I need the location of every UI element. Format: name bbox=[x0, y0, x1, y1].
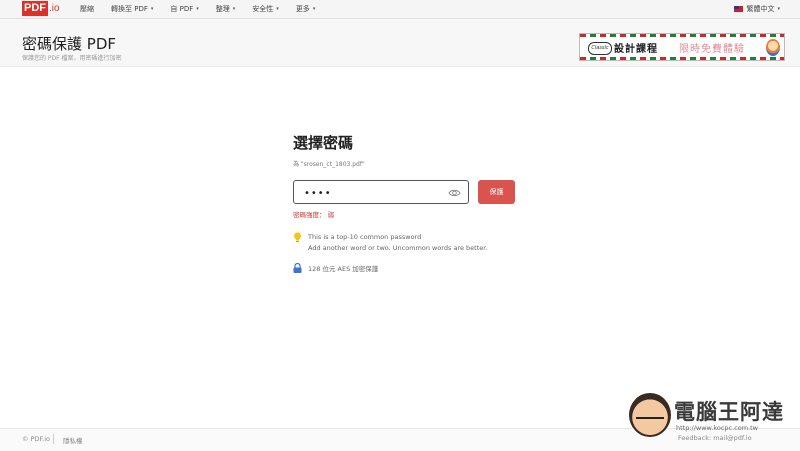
password-hint: This is a top-10 common password Add ano… bbox=[293, 232, 487, 254]
nav-item-label: 安全性 bbox=[252, 5, 274, 13]
watermark-glasses bbox=[636, 417, 664, 427]
watermark-title: 電腦王阿達 bbox=[674, 400, 784, 424]
password-row: 保護 bbox=[293, 180, 515, 205]
password-panel: 選擇密碼 為 "srosen_ct_1803.pdf" 保護 密碼強度： 弱 T… bbox=[293, 132, 533, 273]
strength-value: 弱 bbox=[327, 211, 335, 219]
footer-divider bbox=[53, 434, 54, 444]
nav-item-label: 轉換至 PDF bbox=[111, 5, 148, 13]
strength-label: 密碼強度： bbox=[293, 211, 326, 219]
lock-icon bbox=[293, 263, 302, 273]
chevron-down-icon: ▾ bbox=[276, 6, 279, 12]
chevron-down-icon: ▾ bbox=[777, 6, 780, 12]
nav-item-label: 壓縮 bbox=[80, 5, 94, 13]
footer-feedback[interactable]: Feedback: mail@pdf.io bbox=[678, 434, 752, 442]
chevron-down-icon: ▾ bbox=[312, 6, 316, 12]
nav-item-compress[interactable]: 壓縮 bbox=[80, 4, 94, 14]
ad-stripe-bottom bbox=[580, 57, 784, 60]
lightbulb-icon bbox=[294, 232, 301, 242]
ad-banner[interactable]: Classic 設計課程 限時免費體驗 bbox=[579, 33, 785, 61]
ad-promo-text: 限時免費體驗 bbox=[679, 44, 745, 55]
eye-icon[interactable] bbox=[448, 187, 461, 199]
ad-headline: 設計課程 bbox=[614, 44, 658, 55]
nav-item-organize[interactable]: 整理 ▾ bbox=[216, 4, 236, 14]
chevron-down-icon: ▾ bbox=[232, 6, 236, 12]
panel-title: 選擇密碼 bbox=[293, 134, 354, 152]
nav-item-more[interactable]: 更多 ▾ bbox=[296, 4, 316, 14]
language-label: 繁體中文 bbox=[746, 5, 775, 13]
nav-item-label: 更多 bbox=[295, 5, 310, 13]
password-input[interactable] bbox=[304, 182, 444, 205]
aes-note: 128 位元 AES 加密保護 bbox=[293, 263, 378, 273]
ad-logo-badge: Classic bbox=[588, 42, 612, 55]
ad-mascot-icon bbox=[766, 39, 780, 56]
nav-item-convert-to-pdf[interactable]: 轉換至 PDF ▾ bbox=[111, 4, 153, 14]
file-name-note: 為 "srosen_ct_1803.pdf" bbox=[293, 161, 365, 168]
nav-item-label: 整理 bbox=[215, 5, 230, 13]
logo-pdf-text: PDF bbox=[22, 1, 48, 16]
top-nav-bar: PDF .io 壓縮 轉換至 PDF ▾ 自 PDF ▾ 整理 ▾ 安全性 ▾ … bbox=[0, 0, 800, 19]
hint-warning: This is a top-10 common password bbox=[308, 233, 422, 241]
pdfio-logo[interactable]: PDF .io bbox=[22, 1, 60, 16]
language-selector[interactable]: 繁體中文 ▾ bbox=[734, 0, 780, 18]
hint-suggestion: Add another word or two. Uncommon words … bbox=[308, 244, 488, 252]
protect-button[interactable]: 保護 bbox=[478, 180, 515, 204]
ad-stripe-top bbox=[580, 34, 784, 37]
logo-io-text: .io bbox=[49, 3, 60, 14]
main-nav: 壓縮 轉換至 PDF ▾ 自 PDF ▾ 整理 ▾ 安全性 ▾ 更多 ▾ bbox=[80, 0, 332, 18]
page-title: 密碼保護 PDF bbox=[22, 35, 116, 53]
taiwan-flag-icon bbox=[734, 6, 744, 12]
chevron-down-icon: ▾ bbox=[196, 6, 199, 12]
footer-copyright: © PDF.io bbox=[22, 435, 51, 443]
footer-privacy-link[interactable]: 隱私權 bbox=[63, 435, 83, 445]
aes-text: 128 位元 AES 加密保護 bbox=[308, 265, 379, 273]
chevron-down-icon: ▾ bbox=[150, 6, 154, 12]
page-header: 密碼保護 PDF 保護您的 PDF 檔案，用密碼進行加密 Classic 設計課… bbox=[0, 19, 800, 67]
password-field bbox=[293, 180, 469, 205]
password-strength: 密碼強度： 弱 bbox=[293, 209, 334, 219]
footer: © PDF.io 隱私權 Feedback: mail@pdf.io bbox=[0, 428, 800, 451]
nav-item-security[interactable]: 安全性 ▾ bbox=[252, 4, 279, 14]
page-subtitle: 保護您的 PDF 檔案，用密碼進行加密 bbox=[22, 55, 122, 62]
nav-item-from-pdf[interactable]: 自 PDF ▾ bbox=[170, 4, 198, 14]
nav-item-label: 自 PDF bbox=[170, 5, 194, 13]
